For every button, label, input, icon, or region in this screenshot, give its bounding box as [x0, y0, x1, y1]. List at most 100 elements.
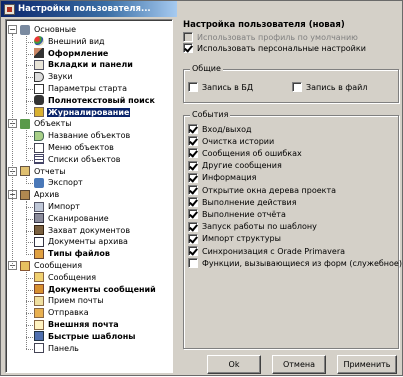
tree-item[interactable]: Оформление: [34, 48, 109, 59]
event-option[interactable]: Сообщения об ошибках: [188, 148, 302, 159]
settings-title: Настройка пользователя (новая): [183, 20, 345, 30]
tree-item[interactable]: Быстрые шаблоны: [34, 331, 136, 342]
tree-item[interactable]: Прием почты: [34, 295, 105, 306]
apply-button[interactable]: Применить: [337, 355, 397, 374]
tree-item-label: Сообщения: [34, 261, 83, 270]
tree-item[interactable]: Параметры старта: [34, 83, 128, 94]
general-group-label: Общие: [190, 64, 223, 73]
tree-item[interactable]: Сообщения: [20, 260, 83, 271]
event-checkbox[interactable]: [188, 258, 198, 269]
settings-panel: Настройка пользователя (новая) Использов…: [177, 1, 403, 377]
archive-icon: [20, 189, 30, 200]
event-checkbox[interactable]: [188, 160, 198, 171]
event-option[interactable]: Вход/выход: [188, 124, 252, 134]
event-option[interactable]: Очистка истории: [188, 136, 274, 147]
event-checkbox[interactable]: [188, 233, 198, 244]
tree-item[interactable]: Внешняя почта: [34, 319, 120, 330]
event-option[interactable]: Выполнение отчёта: [188, 209, 286, 220]
event-checkbox[interactable]: [188, 209, 198, 220]
event-label: Другие сообщения: [202, 161, 282, 171]
use-personal-settings-checkbox[interactable]: [183, 43, 193, 53]
tree-item[interactable]: Журналирование: [34, 107, 131, 118]
event-option[interactable]: Открытие окна дерева проекта: [188, 185, 336, 195]
tree-item[interactable]: Сканирование: [34, 213, 110, 224]
tree-item-label: Оформление: [48, 48, 109, 58]
tree-item-label: Основные: [34, 25, 77, 34]
tree-item-label: Журналирование: [47, 107, 131, 117]
use-personal-settings-option[interactable]: Использовать персональные настройки: [183, 43, 366, 53]
event-label: Открытие окна дерева проекта: [202, 185, 337, 195]
log-db-label: Запись в БД: [202, 82, 254, 92]
palette-icon: [34, 36, 44, 47]
event-option[interactable]: Информация: [188, 172, 256, 183]
tree-item[interactable]: Импорт: [34, 201, 81, 212]
event-label: Выполнение действия: [202, 197, 297, 207]
tree-item[interactable]: Отчеты: [20, 166, 67, 177]
tree-item-label: Импорт: [48, 202, 80, 211]
log-db-checkbox[interactable]: [188, 82, 198, 92]
event-checkbox[interactable]: [188, 148, 198, 159]
log-file-checkbox[interactable]: [292, 82, 302, 92]
event-checkbox[interactable]: [188, 221, 198, 232]
ok-button[interactable]: Ok: [207, 355, 261, 374]
tree-item[interactable]: Захват документов: [34, 225, 131, 236]
tree-item[interactable]: Документы сообщений: [34, 284, 157, 295]
capture-icon: [34, 225, 44, 236]
tree-item[interactable]: Меню объектов: [34, 142, 115, 153]
message-docs-icon: [34, 284, 44, 295]
tree-item-label: Прием почты: [48, 296, 104, 306]
brush-icon: [34, 48, 44, 59]
tree-item-label: Быстрые шаблоны: [48, 331, 136, 341]
event-option[interactable]: Другие сообщения: [188, 160, 282, 171]
message-icon: [34, 272, 44, 283]
event-checkbox[interactable]: [188, 124, 198, 134]
tree-item[interactable]: Полнотекстовый поиск: [34, 95, 156, 106]
tree-item[interactable]: Списки объектов: [34, 154, 122, 165]
event-checkbox[interactable]: [188, 185, 198, 195]
tree-item[interactable]: Внешний вид: [34, 36, 106, 47]
tree-item[interactable]: Сообщения: [34, 272, 97, 283]
use-default-profile-option[interactable]: Использовать профиль по умолчанию: [183, 32, 358, 42]
event-checkbox[interactable]: [188, 136, 198, 147]
event-label: Функции, вызывающиеся из форм (служебное…: [202, 258, 402, 268]
event-checkbox[interactable]: [188, 246, 198, 256]
event-option[interactable]: Функции, вызывающиеся из форм (служебное…: [188, 258, 402, 269]
log-db-option[interactable]: Запись в БД: [188, 82, 253, 92]
document-icon: [34, 236, 44, 247]
tree-item[interactable]: Экспорт: [34, 177, 84, 188]
tree-expander[interactable]: −: [8, 25, 17, 34]
tree-item-label: Архив: [34, 190, 60, 200]
settings-tree[interactable]: Основные − Внешний вид Оформление Вкладки и …: [5, 19, 173, 373]
event-option[interactable]: Синхронизация с Orade Primavera: [188, 246, 345, 256]
event-option[interactable]: Выполнение действия: [188, 197, 297, 208]
report-icon: [20, 166, 30, 177]
event-option[interactable]: Импорт структуры: [188, 233, 281, 244]
tree-item-label: Списки объектов: [48, 154, 121, 164]
tree-item[interactable]: Вкладки и панели: [34, 59, 134, 70]
cancel-button[interactable]: Отмена: [272, 355, 326, 374]
tree-item-label: Типы файлов: [48, 249, 110, 259]
tree-item[interactable]: Архив: [20, 189, 60, 200]
tree-item[interactable]: Панель: [34, 343, 80, 354]
use-default-profile-checkbox[interactable]: [183, 32, 193, 42]
log-file-option[interactable]: Запись в файл: [292, 82, 367, 92]
app-icon: [4, 3, 15, 15]
tree-item-label: Меню объектов: [48, 143, 114, 152]
tree-item[interactable]: Название объектов: [34, 130, 131, 141]
tree-item[interactable]: Основные: [20, 24, 77, 35]
tree-item[interactable]: Объекты: [20, 118, 73, 129]
event-option[interactable]: Запуск работы по шаблону: [188, 221, 317, 232]
panel-icon: [34, 343, 44, 354]
inbox-icon: [34, 295, 44, 306]
event-checkbox[interactable]: [188, 197, 198, 208]
general-group: Общие Запись в БД Запись в файл: [183, 64, 399, 103]
filetypes-icon: [34, 248, 44, 259]
tree-item-label: Документы архива: [48, 237, 128, 247]
event-label: Выполнение отчёта: [202, 209, 286, 219]
tree-item[interactable]: Отправка: [34, 307, 90, 318]
title-bar[interactable]: Настройки пользователя...: [1, 1, 177, 17]
event-checkbox[interactable]: [188, 172, 198, 183]
tree-item[interactable]: Типы файлов: [34, 248, 111, 259]
tree-item[interactable]: Документы архива: [34, 236, 129, 247]
tree-item[interactable]: Звуки: [34, 71, 74, 82]
